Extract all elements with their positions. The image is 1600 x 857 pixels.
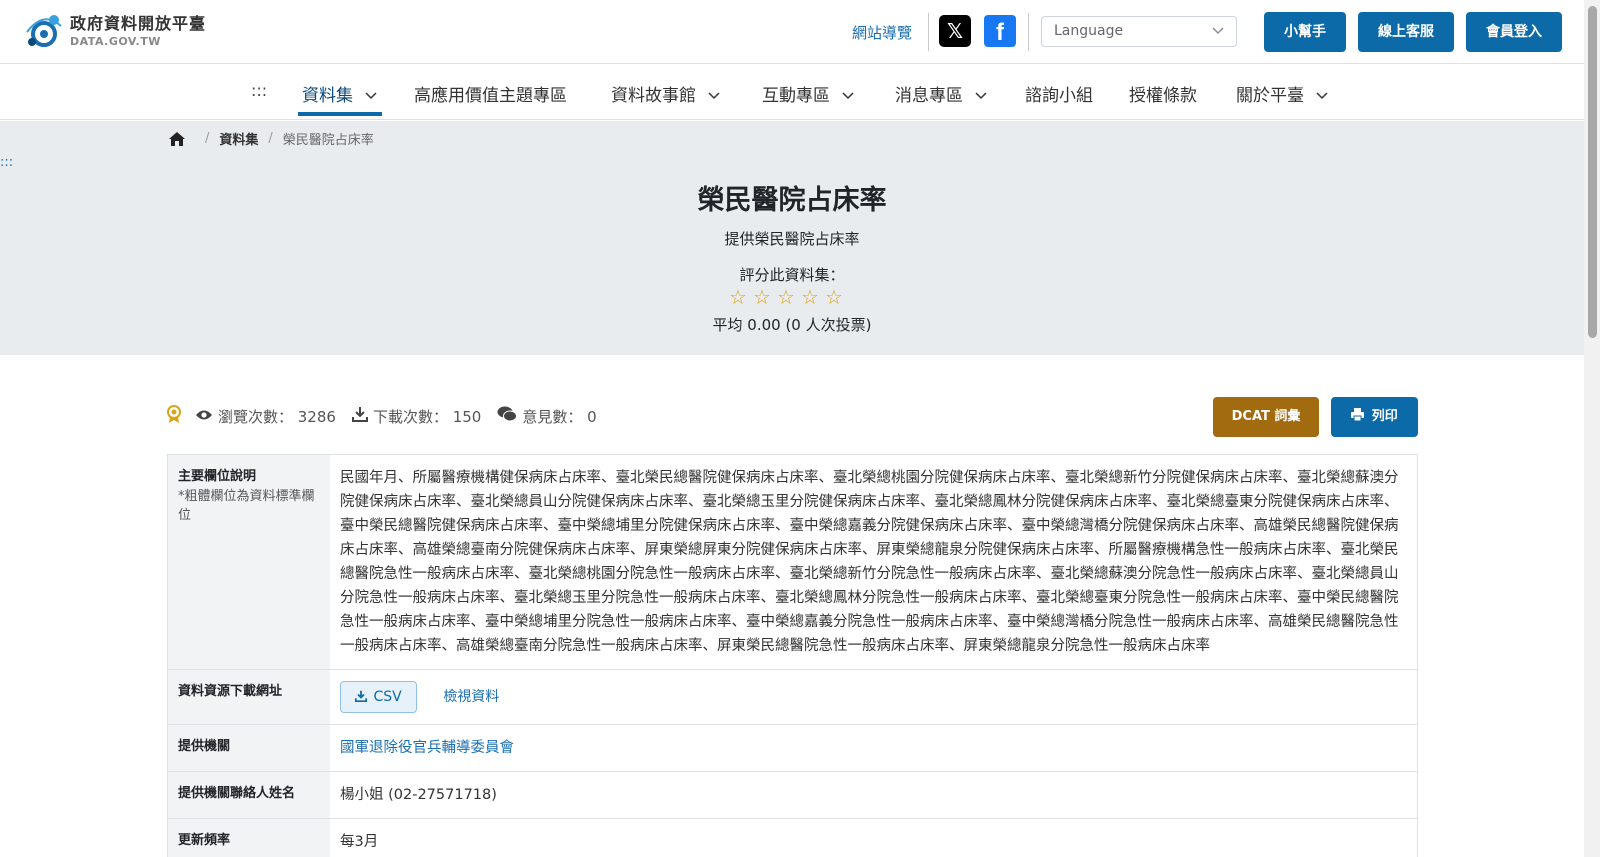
fields-label: 主要欄位說明 bbox=[178, 469, 257, 484]
active-tab-indicator bbox=[298, 112, 382, 116]
star-icon[interactable]: ☆ bbox=[824, 285, 844, 309]
rating-label: 評分此資料集： bbox=[739, 266, 845, 284]
nav-advisory[interactable]: 諮詢小組 bbox=[1025, 81, 1093, 106]
eye-icon bbox=[195, 407, 213, 425]
nav-data-stories[interactable]: 資料故事館 bbox=[611, 81, 721, 106]
download-value: CSV 檢視資料 bbox=[330, 670, 1417, 724]
home-icon[interactable] bbox=[169, 131, 185, 146]
row-header: 主要欄位說明 *粗體欄位為資料標準欄位 bbox=[168, 455, 330, 669]
side-skip-link[interactable]: ::: bbox=[0, 155, 13, 170]
main-nav: ::: 資料集 高應用價值主題專區 資料故事館 互動專區 消息專區 諮詢小組 授… bbox=[0, 64, 1584, 120]
chevron-down-icon bbox=[701, 86, 721, 106]
skip-link[interactable]: ::: bbox=[251, 81, 267, 100]
dataset-stats: 瀏覽次數： 3286 下載次數： 150 意見數： 0 bbox=[167, 405, 613, 427]
breadcrumb-separator: / bbox=[205, 131, 210, 146]
logo-subtitle: DATA.GOV.TW bbox=[70, 34, 161, 48]
frequency-label: 更新頻率 bbox=[168, 819, 330, 857]
language-select[interactable]: Language bbox=[1041, 16, 1237, 47]
dcat-vocabulary-button[interactable]: DCAT 詞彙 bbox=[1213, 397, 1319, 437]
download-icon bbox=[354, 689, 369, 705]
download-count: 下載次數： 150 bbox=[351, 406, 482, 427]
divider bbox=[1028, 13, 1029, 51]
divider bbox=[928, 13, 929, 51]
vertical-scrollbar[interactable] bbox=[1584, 0, 1600, 857]
nav-label: 消息專區 bbox=[895, 86, 963, 106]
fields-note: *粗體欄位為資料標準欄位 bbox=[178, 488, 315, 524]
view-count: 瀏覽次數： 3286 bbox=[195, 406, 336, 427]
x-icon[interactable]: 𝕏 bbox=[939, 15, 971, 47]
rating-stars: ☆ ☆ ☆ ☆ ☆ bbox=[728, 285, 844, 309]
chevron-down-icon bbox=[358, 86, 378, 106]
nav-label: 互動專區 bbox=[762, 86, 830, 106]
nav-about[interactable]: 關於平臺 bbox=[1236, 81, 1329, 106]
table-row: 主要欄位說明 *粗體欄位為資料標準欄位 民國年月、所屬醫療機構健保病床占床率、臺… bbox=[168, 455, 1417, 670]
star-icon[interactable]: ☆ bbox=[728, 285, 748, 309]
view-data-link[interactable]: 檢視資料 bbox=[443, 685, 499, 709]
printer-icon bbox=[1351, 408, 1367, 424]
online-service-button[interactable]: 線上客服 bbox=[1358, 12, 1454, 52]
nav-label: 資料集 bbox=[302, 86, 353, 106]
table-row: 更新頻率 每3月 bbox=[168, 819, 1417, 857]
logo-title: 政府資料開放平臺 bbox=[70, 13, 207, 33]
fields-value: 民國年月、所屬醫療機構健保病床占床率、臺北榮民總醫院健保病床占床率、臺北榮總桃園… bbox=[340, 470, 1399, 654]
table-row: 資料資源下載網址 CSV 檢視資料 bbox=[168, 670, 1417, 725]
nav-label: 高應用價值主題專區 bbox=[414, 86, 567, 106]
breadcrumb-datasets[interactable]: 資料集 bbox=[219, 129, 258, 148]
table-row: 提供機關 國軍退除役官兵輔導委員會 bbox=[168, 725, 1417, 772]
page-title: 榮民醫院占床率 bbox=[697, 185, 887, 216]
star-icon[interactable]: ☆ bbox=[800, 285, 820, 309]
star-icon[interactable]: ☆ bbox=[776, 285, 796, 309]
dataset-hero: / 資料集 / 榮民醫院占床率 ::: 榮民醫院占床率 提供榮民醫院占床率 評分… bbox=[0, 121, 1584, 355]
download-count-text: 下載次數： 150 bbox=[372, 407, 482, 426]
breadcrumb-current: 榮民醫院占床率 bbox=[282, 133, 374, 148]
sitemap-link[interactable]: 網站導覽 bbox=[852, 22, 912, 43]
chevron-down-icon bbox=[1212, 21, 1224, 44]
nav-label: 資料故事館 bbox=[611, 86, 696, 106]
nav-license[interactable]: 授權條款 bbox=[1129, 81, 1197, 106]
language-placeholder: Language bbox=[1054, 23, 1124, 39]
breadcrumb-separator: / bbox=[268, 131, 273, 146]
print-button[interactable]: 列印 bbox=[1331, 397, 1418, 437]
nav-label: 關於平臺 bbox=[1236, 86, 1304, 106]
print-label: 列印 bbox=[1371, 409, 1398, 424]
nav-label: 諮詢小組 bbox=[1025, 86, 1093, 106]
agency-value: 國軍退除役官兵輔導委員會 bbox=[330, 725, 1417, 771]
dataset-description: 提供榮民醫院占床率 bbox=[724, 230, 860, 248]
member-login-button[interactable]: 會員登入 bbox=[1466, 12, 1562, 52]
rating-average: 平均 0.00 (0 人次投票) bbox=[712, 316, 872, 334]
contact-value: 楊小姐 (02-27571718) bbox=[340, 787, 497, 803]
nav-interactive[interactable]: 互動專區 bbox=[762, 81, 855, 106]
breadcrumb: / 資料集 / 榮民醫院占床率 bbox=[169, 129, 374, 148]
site-logo[interactable]: 政府資料開放平臺 DATA.GOV.TW bbox=[24, 12, 206, 50]
agency-label: 提供機關 bbox=[168, 725, 330, 771]
comments-icon bbox=[497, 406, 518, 426]
comment-count: 意見數： 0 bbox=[497, 406, 597, 427]
logo-icon bbox=[24, 12, 64, 50]
dataset-info-table: 主要欄位說明 *粗體欄位為資料標準欄位 民國年月、所屬醫療機構健保病床占床率、臺… bbox=[167, 454, 1418, 857]
star-icon[interactable]: ☆ bbox=[752, 285, 772, 309]
table-row: 提供機關聯絡人姓名 楊小姐 (02-27571718) bbox=[168, 772, 1417, 819]
helper-button[interactable]: 小幫手 bbox=[1264, 12, 1346, 52]
top-header: 政府資料開放平臺 DATA.GOV.TW 網站導覽 𝕏 f Language 小… bbox=[0, 0, 1584, 64]
medal-icon bbox=[167, 405, 181, 427]
download-label: 資料資源下載網址 bbox=[168, 670, 330, 724]
nav-news[interactable]: 消息專區 bbox=[895, 81, 988, 106]
nav-datasets[interactable]: 資料集 bbox=[302, 81, 378, 106]
chevron-down-icon bbox=[835, 86, 855, 106]
csv-download-button[interactable]: CSV bbox=[340, 681, 417, 713]
nav-label: 授權條款 bbox=[1129, 86, 1197, 106]
scrollbar-thumb[interactable] bbox=[1588, 6, 1597, 338]
csv-label: CSV bbox=[373, 689, 402, 705]
agency-link[interactable]: 國軍退除役官兵輔導委員會 bbox=[340, 740, 514, 756]
view-count-text: 瀏覽次數： 3286 bbox=[218, 407, 336, 426]
download-icon bbox=[351, 406, 368, 426]
chevron-down-icon bbox=[1309, 86, 1329, 106]
frequency-value: 每3月 bbox=[340, 834, 379, 850]
facebook-icon[interactable]: f bbox=[984, 15, 1016, 47]
contact-label: 提供機關聯絡人姓名 bbox=[168, 772, 330, 818]
comment-count-text: 意見數： 0 bbox=[522, 407, 597, 426]
chevron-down-icon bbox=[968, 86, 988, 106]
nav-high-value[interactable]: 高應用價值主題專區 bbox=[414, 81, 567, 106]
